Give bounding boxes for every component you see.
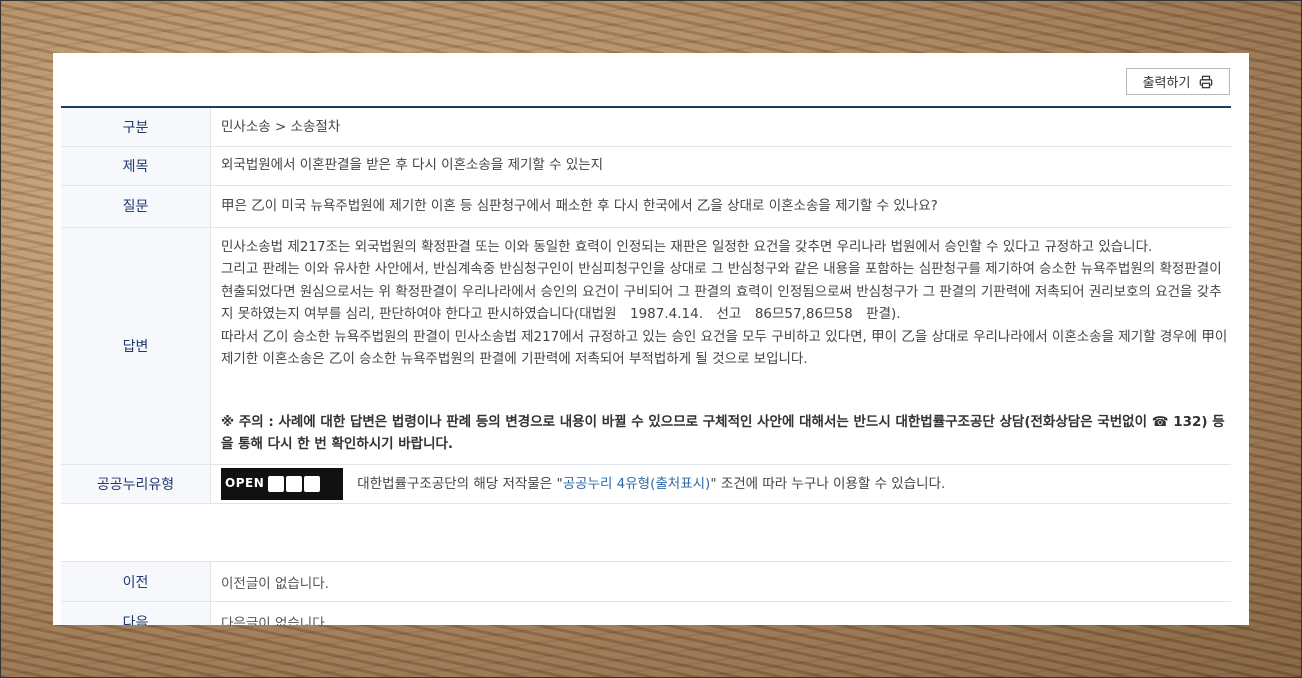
no-derivatives-icon [304,475,321,492]
row-answer: 답변 민사소송법 제217조는 외국법원의 확정판결 또는 이와 동일한 효력이… [61,227,1231,465]
answer-paragraph: 그리고 판례는 이와 유사한 사안에서, 반심계속중 반심청구인이 반심피청구인… [221,261,1222,322]
prev-value: 이전글이 없습니다. [210,561,1231,602]
open-logo-text: OPEN [225,476,265,491]
noncommercial-icon [286,475,303,492]
answer-value: 민사소송법 제217조는 외국법원의 확정판결 또는 이와 동일한 효력이 인정… [210,227,1231,465]
row-next: 다음 다음글이 없습니다. [61,601,1231,625]
attribution-icon [268,475,285,492]
license-label: 공공누리유형 [61,464,211,504]
kogl-open-logo: OPEN [221,467,343,500]
print-button[interactable]: 출력하기 [1126,68,1230,95]
prev-next-table: 이전 이전글이 없습니다. 다음 다음글이 없습니다. [61,561,1231,625]
qa-detail-table: 구분 민사소송 > 소송절차 제목 외국법원에서 이혼판결을 받은 후 다시 이… [61,106,1231,504]
row-title: 제목 외국법원에서 이혼판결을 받은 후 다시 이혼소송을 제기할 수 있는지 [61,146,1231,186]
row-prev: 이전 이전글이 없습니다. [61,561,1231,602]
license-value: OPEN 대한법률구조공단의 해당 저작물은 "공공누리 4유형(출처표시)" … [210,464,1231,504]
next-value: 다음글이 없습니다. [210,601,1231,625]
category-label: 구분 [61,107,211,147]
category-value: 민사소송 > 소송절차 [210,107,1231,147]
next-label: 다음 [61,601,211,625]
answer-notice: ※ 주의 : 사례에 대한 답변은 법령이나 판례 등의 변경으로 내용이 바뀔… [221,413,1225,453]
answer-paragraph: 따라서 乙이 승소한 뉴욕주법원의 판결이 민사소송법 제217에서 규정하고 … [221,328,1228,368]
title-label: 제목 [61,146,211,186]
answer-label: 답변 [61,227,211,465]
printer-icon [1200,75,1213,88]
answer-paragraph: 민사소송법 제217조는 외국법원의 확정판결 또는 이와 동일한 효력이 인정… [221,238,1153,255]
license-text-after: " 조건에 따라 누구나 이용할 수 있습니다. [710,475,946,492]
row-category: 구분 민사소송 > 소송절차 [61,107,1231,147]
prev-label: 이전 [61,561,211,602]
title-value: 외국법원에서 이혼판결을 받은 후 다시 이혼소송을 제기할 수 있는지 [210,146,1231,186]
row-question: 질문 甲은 乙이 미국 뉴욕주법원에 제기한 이혼 등 심판청구에서 패소한 후… [61,185,1231,228]
license-type-link[interactable]: 공공누리 4유형(출처표시) [563,476,711,492]
row-license: 공공누리유형 OPEN 대한법률구조공단의 해당 저작물은 "공공누리 4유형(… [61,464,1231,504]
question-value: 甲은 乙이 미국 뉴욕주법원에 제기한 이혼 등 심판청구에서 패소한 후 다시… [210,185,1231,228]
print-label: 출력하기 [1142,76,1191,91]
license-text-before: 대한법률구조공단의 해당 저작물은 " [357,475,563,492]
content-panel: 출력하기 구분 민사소송 > 소송절차 제목 외국법원에서 이혼판결을 받은 후… [53,53,1249,625]
question-label: 질문 [61,185,211,228]
